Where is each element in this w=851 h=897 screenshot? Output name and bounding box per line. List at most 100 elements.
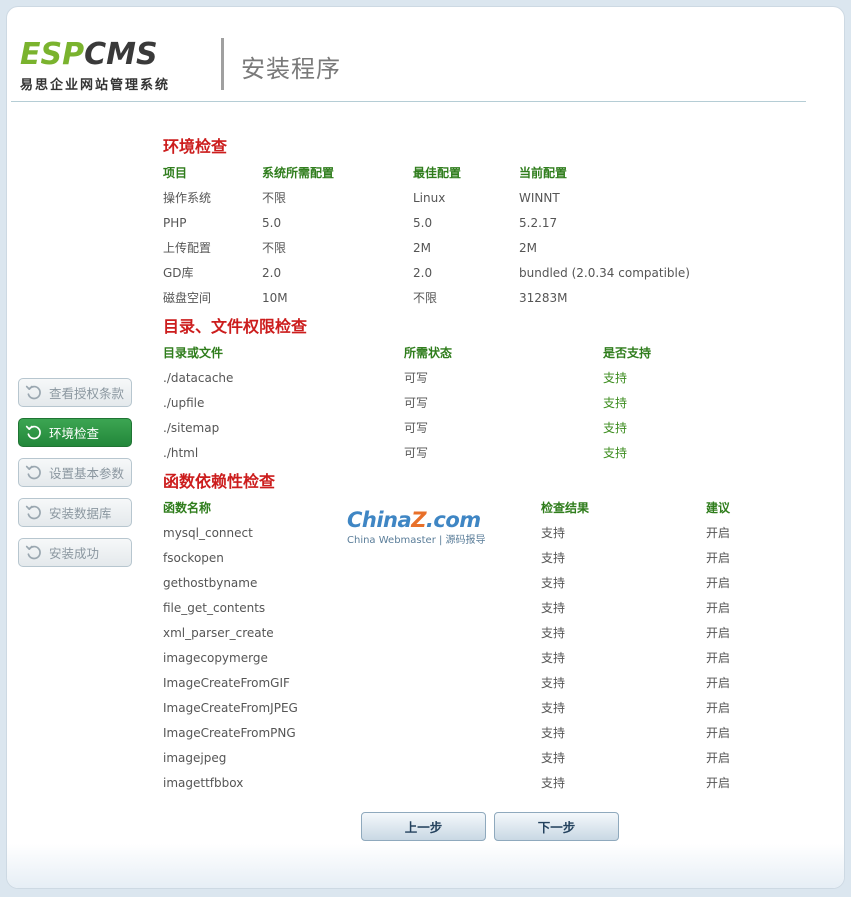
table-row: ImageCreateFromJPEG 支持 开启: [163, 695, 766, 720]
sidebar-step-5[interactable]: 安装成功: [18, 538, 132, 567]
refresh-icon: [25, 505, 41, 520]
table-row: ImageCreateFromGIF 支持 开启: [163, 670, 766, 695]
table-row: 磁盘空间 10M 不限 31283M: [163, 285, 719, 310]
table-cell: 支持: [541, 626, 566, 640]
table-cell: ./datacache: [163, 370, 234, 385]
table-cell: 支持: [603, 396, 628, 410]
sidebar-step-2[interactable]: 环境检查: [18, 418, 132, 447]
install-steps-sidebar: 查看授权条款 环境检查设置基本参数 安装数据库安装成功: [18, 378, 134, 578]
table-cell: 开启: [706, 776, 731, 790]
func-check-table: 函数名称 检查结果 建议 mysql_connect 支持 开启 fsockopen 支持 开启…: [163, 495, 766, 795]
table-row: 操作系统 不限 Linux WINNT: [163, 185, 719, 210]
table-cell: 开启: [706, 551, 731, 565]
table-row: imagettfbbox 支持 开启: [163, 770, 766, 795]
table-cell: Linux: [413, 190, 446, 205]
sidebar-step-label: 环境检查: [49, 426, 100, 441]
column-header: 系统所需配置: [262, 166, 335, 180]
table-cell: 支持: [603, 371, 628, 385]
table-cell: ImageCreateFromGIF: [163, 675, 290, 690]
table-row: xml_parser_create 支持 开启: [163, 620, 766, 645]
prev-step-button[interactable]: 上一步: [361, 812, 486, 841]
refresh-icon: [25, 425, 41, 440]
perm-check-title: 目录、文件权限检查: [163, 317, 308, 336]
table-cell: 操作系统: [163, 191, 212, 205]
logo-esp-text: ESP: [20, 37, 85, 72]
table-row: ImageCreateFromPNG 支持 开启: [163, 720, 766, 745]
table-cell: imagejpeg: [163, 750, 227, 765]
table-cell: 支持: [541, 651, 566, 665]
table-cell: 支持: [541, 576, 566, 590]
table-cell: 开启: [706, 701, 731, 715]
table-row: imagecopymerge 支持 开启: [163, 645, 766, 670]
table-cell: file_get_contents: [163, 600, 266, 615]
sidebar-step-4[interactable]: 安装数据库: [18, 498, 132, 527]
table-row: fsockopen 支持 开启: [163, 545, 766, 570]
table-row: ./html 可写 支持: [163, 440, 703, 465]
sidebar-step-label: 设置基本参数: [49, 466, 125, 481]
table-cell: 2.0: [262, 265, 282, 280]
table-cell: 2.0: [413, 265, 433, 280]
table-cell: 开启: [706, 626, 731, 640]
logo-cms-text: CMS: [84, 37, 158, 72]
next-step-button[interactable]: 下一步: [494, 812, 619, 841]
table-cell: imagecopymerge: [163, 650, 268, 665]
page-title: 安装程序: [241, 55, 341, 83]
table-header-row: 函数名称 检查结果 建议: [163, 495, 766, 520]
table-cell: 开启: [706, 651, 731, 665]
sidebar-step-3[interactable]: 设置基本参数: [18, 458, 132, 487]
table-cell: 开启: [706, 751, 731, 765]
column-header: 建议: [706, 501, 731, 515]
table-cell: fsockopen: [163, 550, 224, 565]
refresh-icon: [25, 465, 41, 480]
column-header: 项目: [163, 166, 188, 180]
sidebar-step-label: 安装数据库: [49, 506, 112, 521]
table-cell: 31283M: [519, 290, 568, 305]
table-cell: 上传配置: [163, 241, 212, 255]
header-separator: [11, 101, 806, 102]
table-cell: 磁盘空间: [163, 291, 212, 305]
header-divider: [221, 38, 224, 90]
table-cell: mysql_connect: [163, 525, 253, 540]
refresh-icon: [25, 545, 41, 560]
column-header: 是否支持: [603, 346, 652, 360]
sidebar-step-1[interactable]: 查看授权条款: [18, 378, 132, 407]
table-cell: GD库: [163, 266, 194, 280]
table-cell: PHP: [163, 215, 187, 230]
table-cell: 2M: [413, 240, 431, 255]
table-cell: 开启: [706, 726, 731, 740]
table-cell: 支持: [541, 726, 566, 740]
table-cell: 支持: [541, 701, 566, 715]
table-cell: bundled (2.0.34 compatible): [519, 265, 690, 280]
table-cell: 可写: [404, 371, 429, 385]
table-row: file_get_contents 支持 开启: [163, 595, 766, 620]
table-cell: xml_parser_create: [163, 625, 274, 640]
env-check-table: 项目 系统所需配置 最佳配置 当前配置 操作系统 不限 Linux WINNT PHP 5.0 5.…: [163, 160, 719, 310]
table-cell: 支持: [541, 676, 566, 690]
table-cell: ./sitemap: [163, 420, 220, 435]
column-header: 目录或文件: [163, 346, 224, 360]
sidebar-step-label: 查看授权条款: [49, 386, 125, 401]
column-header: 检查结果: [541, 501, 590, 515]
table-cell: 5.2.17: [519, 215, 558, 230]
table-cell: 2M: [519, 240, 537, 255]
table-cell: ./html: [163, 445, 199, 460]
column-header: 所需状态: [404, 346, 453, 360]
table-cell: 可写: [404, 421, 429, 435]
table-cell: 支持: [541, 601, 566, 615]
column-header: 最佳配置: [413, 166, 462, 180]
table-row: PHP 5.0 5.0 5.2.17: [163, 210, 719, 235]
table-cell: 支持: [541, 526, 566, 540]
espcms-logo: ESP CMS 易思企业网站管理系统: [20, 38, 216, 94]
table-header-row: 项目 系统所需配置 最佳配置 当前配置: [163, 160, 719, 185]
table-cell: 不限: [413, 291, 438, 305]
table-row: mysql_connect 支持 开启: [163, 520, 766, 545]
perm-check-table: 目录或文件 所需状态 是否支持 ./datacache 可写 支持 ./upfile 可写 支持…: [163, 340, 703, 465]
table-row: imagejpeg 支持 开启: [163, 745, 766, 770]
table-cell: 可写: [404, 396, 429, 410]
column-header: 函数名称: [163, 501, 212, 515]
frame-bottom-gradient: [7, 844, 844, 888]
table-row: gethostbyname 支持 开启: [163, 570, 766, 595]
table-cell: 开启: [706, 526, 731, 540]
table-cell: 支持: [541, 776, 566, 790]
table-row: 上传配置 不限 2M 2M: [163, 235, 719, 260]
